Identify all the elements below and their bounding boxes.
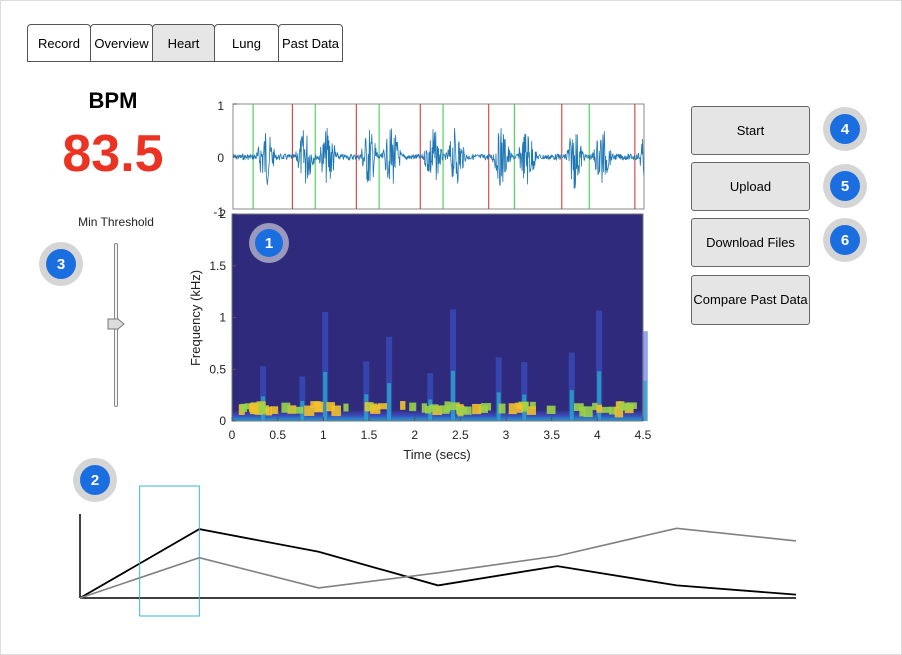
spectrogram-energy-column [387,383,392,421]
compare-past-data-button[interactable]: Compare Past Data [691,275,810,325]
spectrogram-ytick: 2 [219,207,226,221]
tab-record[interactable]: Record [27,24,91,62]
spectrogram-ytick: 1.5 [209,259,226,273]
spectrogram-xtick: 2.5 [452,428,469,442]
spectrogram-hot-spot [480,403,492,411]
spectrogram-hot-spot [472,403,482,415]
spectrogram-hot-spot [456,406,467,414]
upload-button[interactable]: Upload [691,162,810,211]
spectrogram-energy-column [323,371,328,421]
spectrogram-hot-spot [400,401,406,410]
marker-6-badge: 6 [823,218,867,262]
spectrogram-xtick: 4 [594,428,601,442]
spectrogram-xtick: 4.5 [635,428,652,442]
spectrogram-xtick: 1 [320,428,327,442]
spectrogram-xtick: 0.5 [269,428,286,442]
tab-overview[interactable]: Overview [90,24,153,62]
spectrogram-energy-column [597,371,602,421]
spectrogram-ytick: 0 [219,414,226,428]
tab-heart[interactable]: Heart [152,24,215,62]
spectrogram-energy-column [569,390,574,421]
marker-3-badge: 3 [39,242,83,286]
spectrogram-hot-spot [293,406,304,414]
spectrogram-hot-spot [314,401,322,413]
spectrogram-hot-spot [370,404,381,414]
spectrogram-hot-spot [409,402,417,412]
spectrogram-hot-spot [618,402,630,411]
spectrogram-hot-spot [439,405,450,414]
spectrogram-hot-spot [265,406,273,416]
spectrogram-xtick: 1.5 [361,428,378,442]
waveform-ytick: 1 [217,99,224,113]
spectrogram-xtick: 0 [229,428,236,442]
tab-bar: Record Overview Heart Lung Past Data [27,24,343,62]
heart-waveform-plot: 1 0 -1 [213,99,645,216]
spectrogram-hot-spot [249,403,259,415]
spectrogram-xtick: 2 [411,428,418,442]
download-files-button[interactable]: Download Files [691,218,810,267]
tab-past-data[interactable]: Past Data [278,24,343,62]
spectrogram-hot-spot [281,402,291,413]
spectrogram-ytick: 0.5 [209,362,226,376]
threshold-slider-thumb[interactable] [107,316,125,332]
min-threshold-label: Min Threshold [78,215,154,229]
spectrogram-hot-spot [498,403,506,414]
spectrogram-energy-column [451,370,456,421]
spectrogram-xtick: 3.5 [543,428,560,442]
spectrogram-hot-spot [516,404,523,413]
spectrogram-xlabel: Time (secs) [403,447,470,462]
spectrogram-hot-spot [331,405,341,417]
spectrogram-hot-spot [583,406,593,418]
past-data-line-chart [79,485,797,617]
bpm-label: BPM [88,88,138,113]
waveform-ytick: 0 [217,151,224,165]
spectrogram-hot-spot [240,403,248,413]
spectrogram-xtick: 3 [503,428,510,442]
spectrogram-ylabel: Frequency (kHz) [188,270,203,366]
spectrogram-hot-spot [601,406,611,413]
marker-5-badge: 5 [823,164,867,208]
spectrogram-hot-spot [596,404,603,413]
spectrogram-hot-spot [343,403,349,412]
marker-4-badge: 4 [823,107,867,151]
line-series-2 [79,527,797,599]
tab-lung[interactable]: Lung [214,24,279,62]
spectrogram-ytick: 1 [219,311,226,325]
spectrogram-hot-spot [425,405,432,414]
bpm-value: 83.5 [62,125,164,183]
spectrogram-hot-spot [521,401,529,412]
start-button[interactable]: Start [691,106,810,155]
line-series-1 [79,528,797,599]
spectrogram-hot-spot [546,405,556,414]
marker-1-badge: 1 [249,223,289,263]
selection-window[interactable] [139,485,200,617]
marker-2-badge: 2 [73,458,117,502]
